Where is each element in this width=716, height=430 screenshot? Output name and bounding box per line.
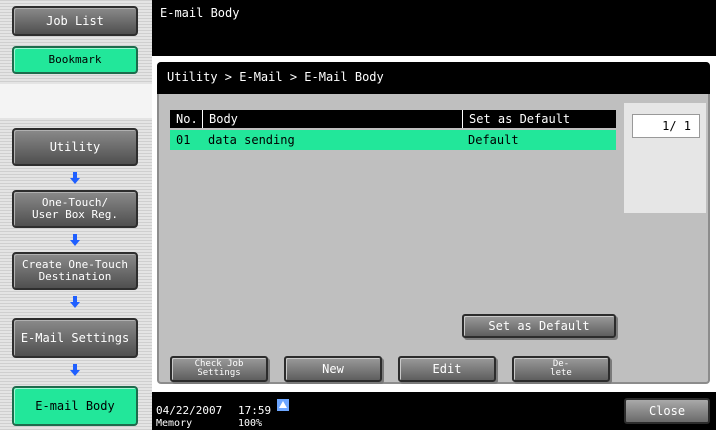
sidebar-item-email-body[interactable]: E-mail Body [12,386,138,426]
column-header-default: Set as Default [462,110,616,128]
sidebar-item-email-settings[interactable]: E-Mail Settings [12,318,138,358]
column-header-body: Body [202,110,462,128]
memory-value: 100% [238,418,263,429]
arrow-down-icon [70,172,80,184]
set-as-default-button[interactable]: Set as Default [462,314,616,338]
status-date: 04/22/2007 [156,404,223,417]
job-list-button[interactable]: Job List [12,6,138,36]
table-row[interactable]: 01 data sending Default [170,130,616,150]
body-table: No. Body Set as Default 01 data sending … [170,100,620,312]
check-job-settings-button[interactable]: Check Job Settings [170,356,268,382]
row-body: data sending [208,133,295,147]
table-header-row: No. Body Set as Default [170,110,616,128]
arrow-down-icon [70,296,80,308]
delete-button[interactable]: De- lete [512,356,610,382]
memory-label: Memory [156,418,193,429]
network-icon [277,399,289,411]
status-bar: 04/22/2007 17:59 Memory 100% Close [152,392,716,430]
column-header-no: No. [176,112,198,126]
sidebar-gap [0,84,152,118]
arrow-down-icon [70,234,80,246]
sidebar-item-one-touch[interactable]: One-Touch/ User Box Reg. [12,190,138,228]
bookmark-button[interactable]: Bookmark [12,46,138,74]
sidebar-item-utility[interactable]: Utility [12,128,138,166]
new-button[interactable]: New [284,356,382,382]
sidebar-item-create-one-touch[interactable]: Create One-Touch Destination [12,252,138,290]
close-button[interactable]: Close [624,398,710,424]
top-header: E-mail Body [152,0,716,56]
status-time: 17:59 [238,404,272,417]
edit-button[interactable]: Edit [398,356,496,382]
arrow-down-icon [70,364,80,376]
page-counter: 1/ 1 [632,114,700,138]
page-title: E-mail Body [160,6,240,20]
breadcrumb: Utility > E-Mail > E-Mail Body [157,62,710,94]
row-default: Default [468,133,519,147]
sidebar: Job List Bookmark Utility One-Touch/ Use… [0,0,152,430]
row-no: 01 [176,133,191,147]
